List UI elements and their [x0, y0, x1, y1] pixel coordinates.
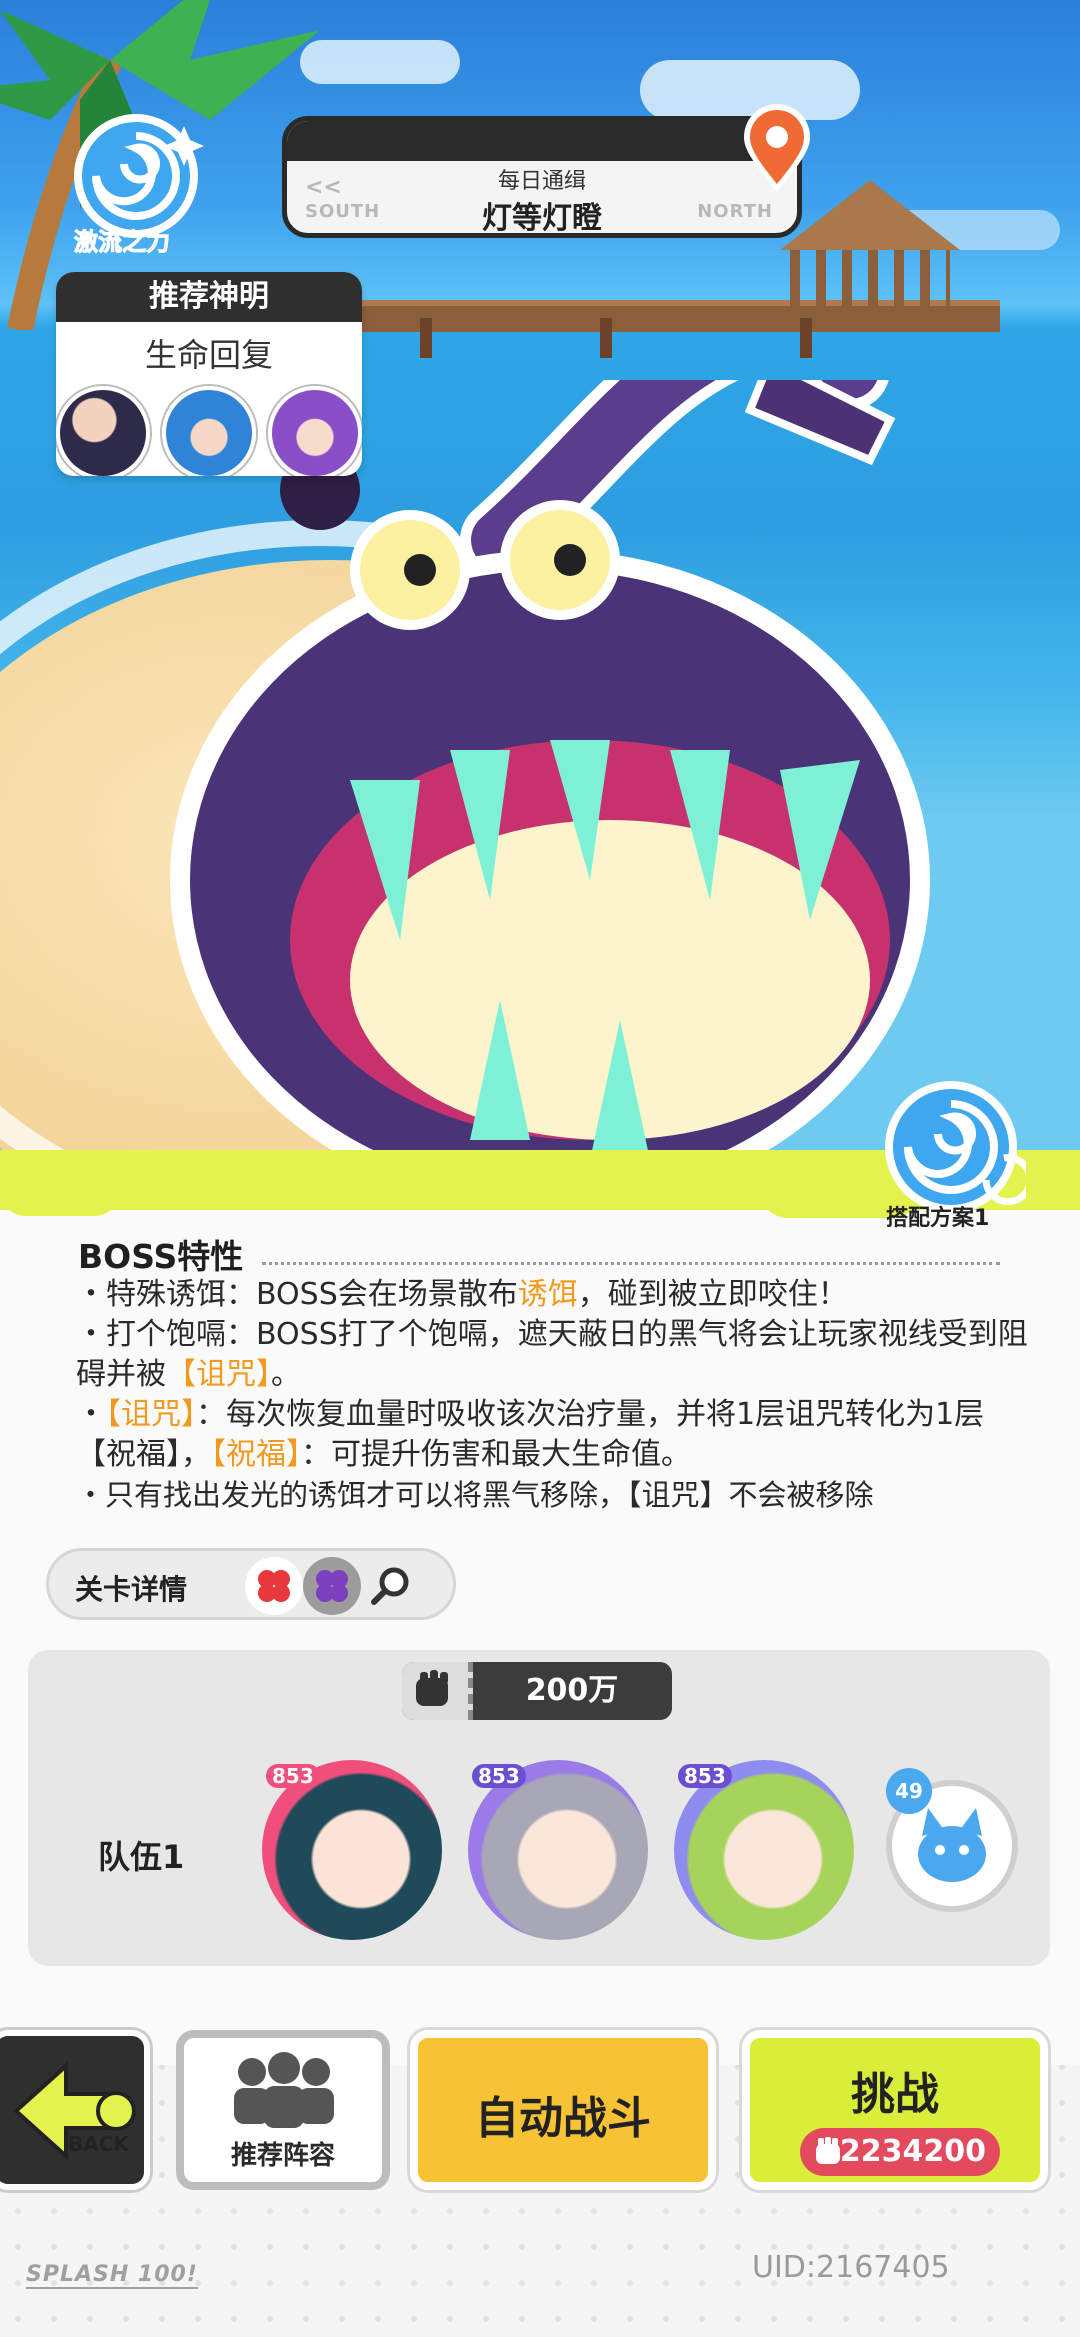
team-member-1[interactable]: 853: [262, 1760, 442, 1940]
slime-drip: [0, 1190, 120, 1216]
avatar[interactable]: [268, 386, 362, 476]
game-logo: SPLASH 100!: [26, 2262, 198, 2289]
team-icon: [234, 2052, 334, 2128]
back-label: BACK: [68, 2132, 129, 2156]
team-power-value: 200万: [525, 1673, 619, 1708]
trait-item: ・【诅咒】：每次恢复血量时吸收该次治疗量，并将1层诅咒转化为1层【祝福】，【祝福…: [76, 1397, 985, 1472]
daily-subtitle: 每日通缉: [497, 169, 586, 194]
pier-post: [800, 318, 812, 358]
pet-level: 49: [886, 1768, 932, 1814]
pier-post: [420, 318, 432, 358]
magnifier-icon[interactable]: [361, 1557, 419, 1615]
member-level: 853: [678, 1764, 732, 1788]
north-label: NORTH: [697, 201, 773, 222]
trait-item: ・只有找出发光的诱饵才可以将黑气移除，【诅咒】不会被移除: [76, 1478, 874, 1512]
team-member-2[interactable]: 853: [468, 1760, 648, 1940]
required-power-badge: 2234200: [800, 2128, 1000, 2176]
team-pet[interactable]: 49: [886, 1768, 1018, 1912]
element-name: 激流之力: [74, 228, 171, 257]
stage-details-label: 关卡详情: [75, 1573, 188, 1606]
back-button[interactable]: BACK: [0, 2030, 150, 2190]
red-clover-icon[interactable]: [245, 1557, 303, 1615]
daily-card-header-bar: [287, 121, 797, 161]
recommended-deity-title: 推荐神明: [56, 272, 362, 322]
member-level: 853: [472, 1764, 526, 1788]
recommended-lineup-button[interactable]: 推荐阵容: [176, 2030, 390, 2190]
team-power-badge: 200万: [402, 1662, 672, 1720]
beach-hut: [790, 250, 950, 310]
fist-icon: [402, 1662, 473, 1720]
back-arrow-icon: [13, 2061, 136, 2161]
purple-clover-icon[interactable]: [303, 1557, 361, 1615]
challenge-label: 挑战: [851, 2069, 939, 2120]
user-id: UID:2167405: [752, 2250, 950, 2285]
daily-wanted-card[interactable]: << SOUTH 每日通缉 灯等灯瞪 NORTH: [282, 116, 802, 238]
recommended-effect: 生命回复: [144, 336, 273, 374]
recommended-lineup-label: 推荐阵容: [230, 2141, 335, 2171]
trait-item: ・特殊诱饵：BOSS会在场景散布诱饵，碰到被立即咬住！: [76, 1277, 848, 1312]
location-pin-icon[interactable]: [740, 104, 814, 194]
team-member-3[interactable]: 853: [674, 1760, 854, 1940]
divider: [262, 1262, 1000, 1265]
avatar[interactable]: [56, 386, 150, 476]
stage-details-button[interactable]: 关卡详情: [46, 1548, 456, 1620]
team-label: 队伍1: [98, 1838, 185, 1876]
pier-post: [600, 318, 612, 358]
avatar[interactable]: [162, 386, 256, 476]
team-plan-label[interactable]: 搭配方案1: [886, 1200, 989, 1232]
challenge-button[interactable]: 挑战 2234200: [742, 2030, 1048, 2190]
anglerfish-boss-illustration: [170, 380, 930, 1170]
trait-item: ・打个饱嗝：BOSS打了个饱嗝，遮天蔽日的黑气将会让玩家视线受到阻碍并被【诅咒】…: [76, 1317, 1028, 1392]
recommended-deity-card[interactable]: 推荐神明 生命回复: [56, 272, 362, 476]
boss-traits-list: ・特殊诱饵：BOSS会在场景散布诱饵，碰到被立即咬住！ ・打个饱嗝：BOSS打了…: [76, 1275, 1036, 1515]
member-level: 853: [266, 1764, 320, 1788]
auto-battle-label: 自动战斗: [475, 2093, 651, 2144]
slime-drip: [300, 1190, 560, 1210]
fist-icon: [816, 2137, 840, 2164]
boss-traits-title: BOSS特性: [78, 1237, 244, 1276]
auto-battle-button[interactable]: 自动战斗: [410, 2030, 716, 2190]
required-power-value: 2234200: [839, 2134, 986, 2169]
